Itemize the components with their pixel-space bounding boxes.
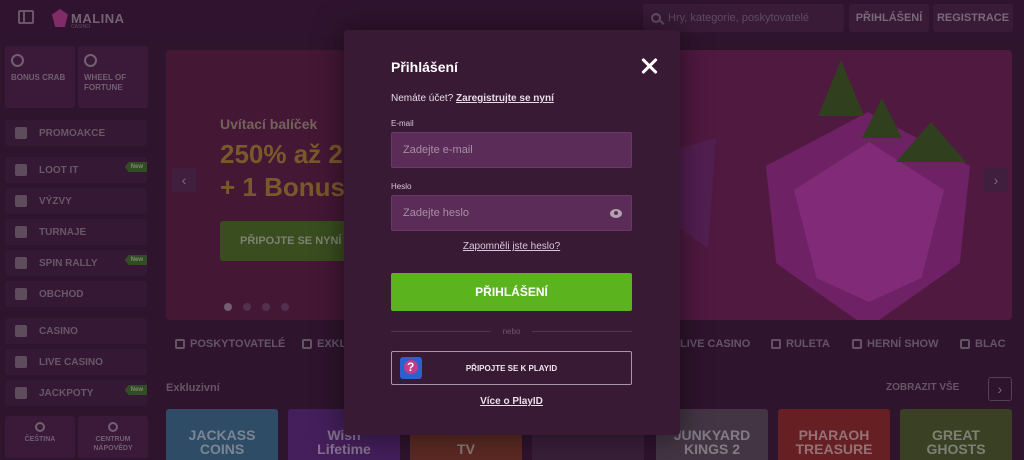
no-account-label: Nemáte účet?	[391, 93, 454, 104]
password-field[interactable]	[392, 196, 631, 230]
eye-icon[interactable]	[610, 209, 622, 218]
password-field-wrapper	[391, 195, 632, 231]
no-account-text: Nemáte účet? Zaregistrujte se nyní	[391, 93, 554, 104]
close-icon[interactable]	[640, 57, 658, 75]
forgot-password-link[interactable]: Zapomněli jste heslo?	[391, 241, 632, 252]
login-modal: Přihlášení Nemáte účet? Zaregistrujte se…	[344, 30, 680, 435]
divider-line	[391, 330, 491, 332]
login-button[interactable]: PŘIHLÁŠENÍ	[391, 273, 632, 311]
about-playid-link[interactable]: Více o PlayID	[391, 396, 632, 407]
email-field-wrapper	[391, 132, 632, 168]
email-field[interactable]	[392, 133, 631, 167]
divider-line	[532, 330, 633, 332]
playid-button-label: PŘIPOJTE SE K PLAYID	[465, 363, 558, 373]
playid-logo-icon	[400, 357, 422, 379]
playid-button[interactable]: PŘIPOJTE SE K PLAYID	[391, 351, 632, 385]
register-link[interactable]: Zaregistrujte se nyní	[456, 93, 554, 104]
divider: nebo	[391, 326, 633, 336]
password-label: Heslo	[391, 182, 412, 191]
divider-text: nebo	[502, 326, 521, 336]
modal-title: Přihlášení	[391, 59, 458, 75]
email-label: E-mail	[391, 119, 414, 128]
